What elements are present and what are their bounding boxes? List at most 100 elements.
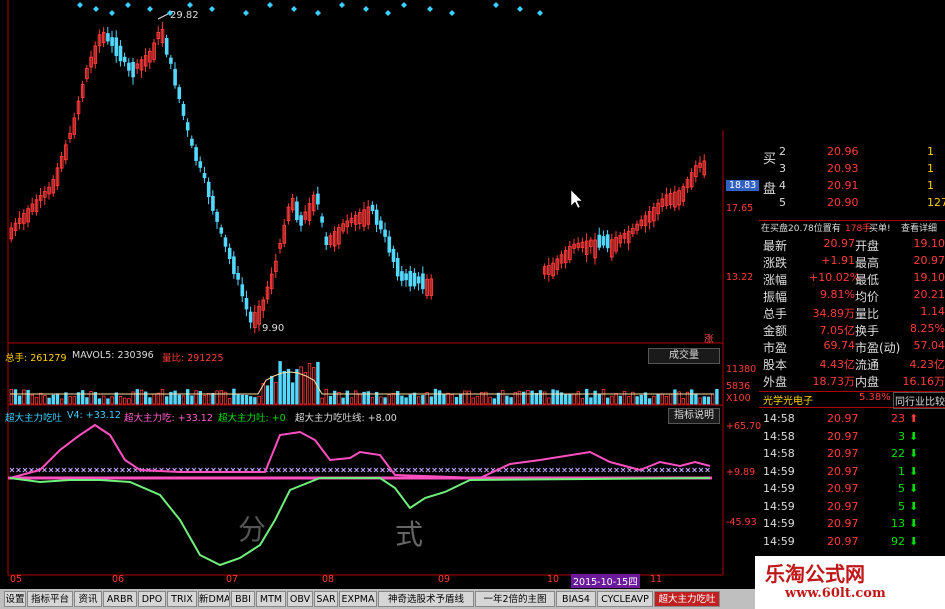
candle — [316, 193, 320, 205]
volume-bar — [694, 393, 698, 405]
cross-marker-row — [9, 467, 710, 473]
diamond-marker-icon — [147, 6, 153, 12]
volume-bar — [307, 362, 312, 405]
watermark-url: www.60lt.com — [785, 586, 886, 601]
volume-bar — [530, 390, 534, 405]
volume-bar — [585, 388, 589, 405]
diamond-marker-icon — [385, 10, 391, 16]
order-book-row[interactable]: 5 20.90 127 — [759, 196, 945, 211]
volume-bar — [332, 390, 337, 405]
volume-bar — [97, 398, 102, 405]
candle — [173, 68, 177, 86]
volume-bar — [383, 397, 387, 405]
volume-bar — [286, 368, 291, 405]
volume-bar — [219, 390, 223, 405]
indicator-tab[interactable]: 超大主力吃吐 — [654, 591, 720, 607]
volume-bar — [278, 361, 282, 405]
indicator-tab[interactable]: 设置 — [4, 591, 26, 607]
candle — [122, 56, 127, 63]
candle — [194, 147, 198, 161]
volume-bar — [110, 396, 114, 405]
volume-bar — [194, 390, 198, 405]
volume-bar — [555, 390, 559, 405]
volume-bar — [257, 395, 261, 405]
volume-bar — [627, 396, 631, 405]
diamond-marker-icon — [243, 10, 249, 16]
stat-row: 最新 20.97 开盘 19.10 — [763, 237, 945, 253]
diamond-marker-icon — [77, 2, 83, 8]
tick-row: 14:58 20.97 3 ⬇ — [763, 429, 919, 443]
order-book-row[interactable]: 2 20.96 1 — [759, 145, 945, 160]
volume-ratio-legend: 量比: 291225 — [162, 353, 224, 364]
volume-bar — [580, 398, 585, 405]
candle — [106, 33, 110, 42]
candle — [299, 215, 303, 226]
volume-bar — [492, 398, 496, 405]
volume-bar — [324, 388, 328, 405]
volume-bar — [467, 390, 471, 405]
volume-bar — [517, 390, 522, 405]
oscillator-panel — [8, 423, 712, 567]
indicator-tab[interactable]: TRIX — [167, 591, 197, 607]
indicator-tab[interactable]: BIAS4 — [556, 591, 596, 607]
volume-bar — [711, 393, 715, 405]
indicator-help-button[interactable]: 指标说明 — [668, 408, 720, 424]
indicator-tab[interactable]: SAR — [314, 591, 338, 607]
indicator-gauge-label: 超大主力吃吐线: +8.00 — [295, 413, 397, 424]
queue-line[interactable]: 在买盘20.78位置有 178手 买单! 查看详细 — [759, 220, 945, 236]
indicator-tab[interactable]: ARBR — [103, 591, 137, 607]
volume-bar — [282, 370, 286, 405]
stat-row: 涨跌 +1.91 最高 20.97 — [763, 254, 945, 270]
tick-row: 14:59 20.97 92 ⬇ — [763, 534, 919, 548]
candle — [219, 227, 224, 234]
tick-row: 14:59 20.97 5 ⬇ — [763, 482, 919, 495]
x-axis-label: 08 — [322, 574, 335, 585]
indicator-tab[interactable]: 资讯 — [74, 591, 102, 607]
watermark-title: 乐淘公式网 — [765, 562, 865, 586]
order-book-row[interactable]: 3 20.93 1 — [759, 162, 945, 177]
indicator-tab[interactable]: OBV — [287, 591, 313, 607]
volume-bar — [715, 388, 719, 405]
indicator-tab[interactable]: 指标平台 — [27, 591, 73, 607]
indicator-tab[interactable]: BBI — [231, 591, 255, 607]
indicator-tab[interactable]: 新DMA — [198, 591, 230, 607]
osc-axis-label: +9.89 — [726, 467, 756, 478]
candle — [597, 234, 602, 248]
volume-bar — [572, 393, 576, 405]
volume-bar — [211, 392, 215, 405]
volume-bar — [311, 367, 316, 405]
candle — [421, 273, 425, 290]
indicator-tab[interactable]: CYCLEAVP — [597, 591, 653, 607]
diamond-marker-icon — [291, 6, 297, 12]
indicator-tab[interactable]: 神奇选股术予盾线 — [378, 591, 474, 607]
volume-bar — [669, 393, 673, 405]
volume-bar — [299, 366, 303, 405]
volume-bar — [43, 395, 47, 405]
volume-bar — [702, 396, 706, 405]
indicator-tab[interactable]: MTM — [256, 591, 286, 607]
indicator-tab[interactable]: DPO — [138, 591, 166, 607]
volume-bar — [26, 389, 30, 405]
diamond-marker-icon — [187, 2, 193, 8]
volume-bar — [471, 397, 475, 405]
x-axis-label: 10 — [547, 574, 560, 585]
volume-bar — [39, 392, 43, 405]
volume-bar — [206, 393, 211, 405]
sector-compare-button[interactable]: 同行业比较 — [893, 392, 945, 409]
volume-bar — [660, 393, 664, 405]
order-book-row[interactable]: 4 20.91 1 — [759, 179, 945, 194]
sector-row[interactable]: 光学光电子 5.38% 同行业比较 — [759, 391, 945, 409]
indicator-tab[interactable]: 一年2倍的主图 — [475, 591, 555, 607]
volume-dropdown-button[interactable]: 成交量 — [648, 348, 720, 364]
volume-bar — [68, 396, 72, 405]
volume-bar — [244, 394, 249, 405]
volume-bar — [450, 394, 454, 405]
candle — [215, 211, 219, 222]
tick-row: 14:59 20.97 1 ⬇ — [763, 464, 919, 478]
volume-bar — [433, 388, 438, 405]
indicator-tab[interactable]: EXPMA — [339, 591, 377, 607]
volume-bar — [496, 392, 501, 405]
volume-bar — [395, 390, 400, 405]
indicator-spit-label: 超大主力吐: +0 — [218, 413, 286, 424]
candle — [114, 37, 119, 57]
